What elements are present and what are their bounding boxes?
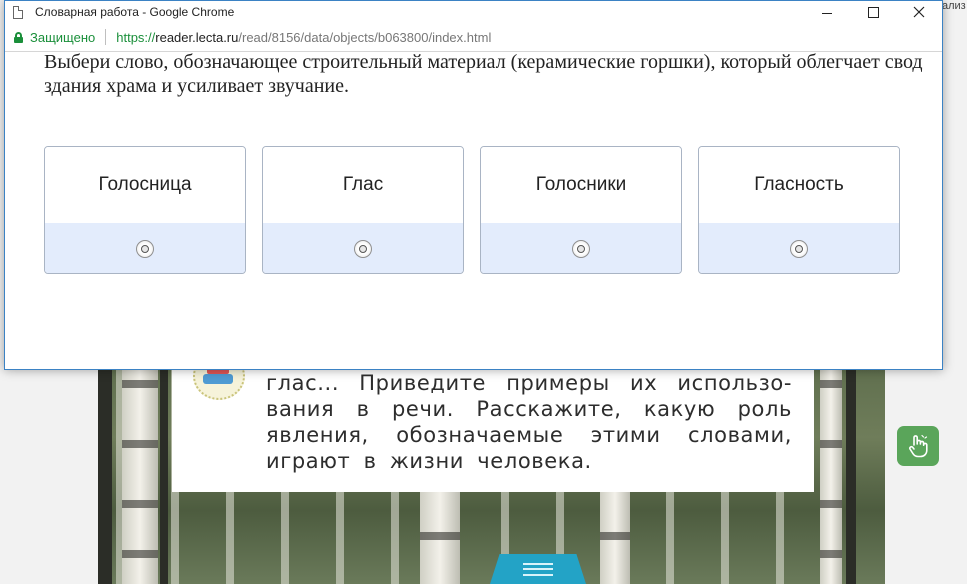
option-label: Гласность: [699, 147, 899, 223]
option-radio-area[interactable]: [481, 223, 681, 273]
tree-trunk-dark: [846, 340, 856, 584]
radio-button[interactable]: [136, 240, 154, 258]
answer-option[interactable]: Гласность: [698, 146, 900, 274]
option-radio-area[interactable]: [263, 223, 463, 273]
interactive-task-button[interactable]: [897, 426, 939, 466]
answer-option[interactable]: Голосники: [480, 146, 682, 274]
minimize-button[interactable]: [804, 1, 850, 23]
radio-button[interactable]: [790, 240, 808, 258]
page-icon: [13, 5, 23, 19]
answer-options: Голосница Глас Голосники Гласность: [44, 146, 916, 274]
birch-trunk: [122, 340, 158, 584]
book-line: глас... Приведите примеры их использо-: [266, 371, 792, 395]
close-icon: [913, 6, 925, 18]
book-line: вания в речи. Расскажите, какую роль: [266, 397, 792, 421]
quiz-content: Выбери слово, обозначающее строительный …: [5, 51, 942, 369]
lock-icon: [14, 31, 23, 43]
maximize-icon: [867, 6, 879, 18]
birch-trunk: [600, 492, 630, 584]
tree-trunk-dark: [160, 340, 168, 584]
option-radio-area[interactable]: [699, 223, 899, 273]
menu-lines-icon: [523, 562, 553, 576]
option-label: Голосники: [481, 147, 681, 223]
address-separator: [105, 29, 107, 45]
url-scheme: https://: [116, 29, 156, 45]
book-text: глас... Приведите примеры их использо- в…: [266, 370, 792, 474]
url-text[interactable]: https://reader.lecta.ru/read/8156/data/o…: [116, 30, 491, 45]
option-label: Голосница: [45, 147, 245, 223]
secure-label: Защищено: [30, 29, 96, 45]
radio-dot-icon: [577, 245, 585, 253]
menu-tab-button[interactable]: [490, 554, 586, 584]
birch-trunk: [420, 492, 460, 584]
maximize-button[interactable]: [850, 1, 896, 23]
window-title: Словарная работа - Google Chrome: [35, 5, 235, 19]
radio-dot-icon: [141, 245, 149, 253]
chrome-popup-window: Словарная работа - Google Chrome Защищен…: [4, 0, 943, 370]
titlebar: Словарная работа - Google Chrome: [5, 1, 942, 23]
hand-pointer-icon: [909, 434, 928, 458]
radio-button[interactable]: [354, 240, 372, 258]
url-path: /read/8156/data/objects/b063800/index.ht…: [238, 29, 492, 45]
address-bar[interactable]: Защищено https://reader.lecta.ru/read/81…: [5, 23, 942, 52]
tree-trunk-dark: [98, 340, 112, 584]
close-button[interactable]: [896, 1, 942, 23]
radio-dot-icon: [795, 245, 803, 253]
radio-button[interactable]: [572, 240, 590, 258]
birch-trunk: [820, 340, 842, 584]
side-text: ализ: [942, 0, 966, 12]
book-line: играют в жизни человека.: [266, 449, 592, 473]
option-radio-area[interactable]: [45, 223, 245, 273]
window-controls: [804, 1, 942, 23]
answer-option[interactable]: Глас: [262, 146, 464, 274]
minimize-icon: [822, 12, 832, 14]
radio-dot-icon: [359, 245, 367, 253]
option-label: Глас: [263, 147, 463, 223]
book-line: явления, обозначаемые этими словами,: [266, 423, 792, 447]
url-host: reader.lecta.ru: [155, 29, 239, 45]
question-text: Выбери слово, обозначающее строительный …: [44, 51, 923, 97]
answer-option[interactable]: Голосница: [44, 146, 246, 274]
